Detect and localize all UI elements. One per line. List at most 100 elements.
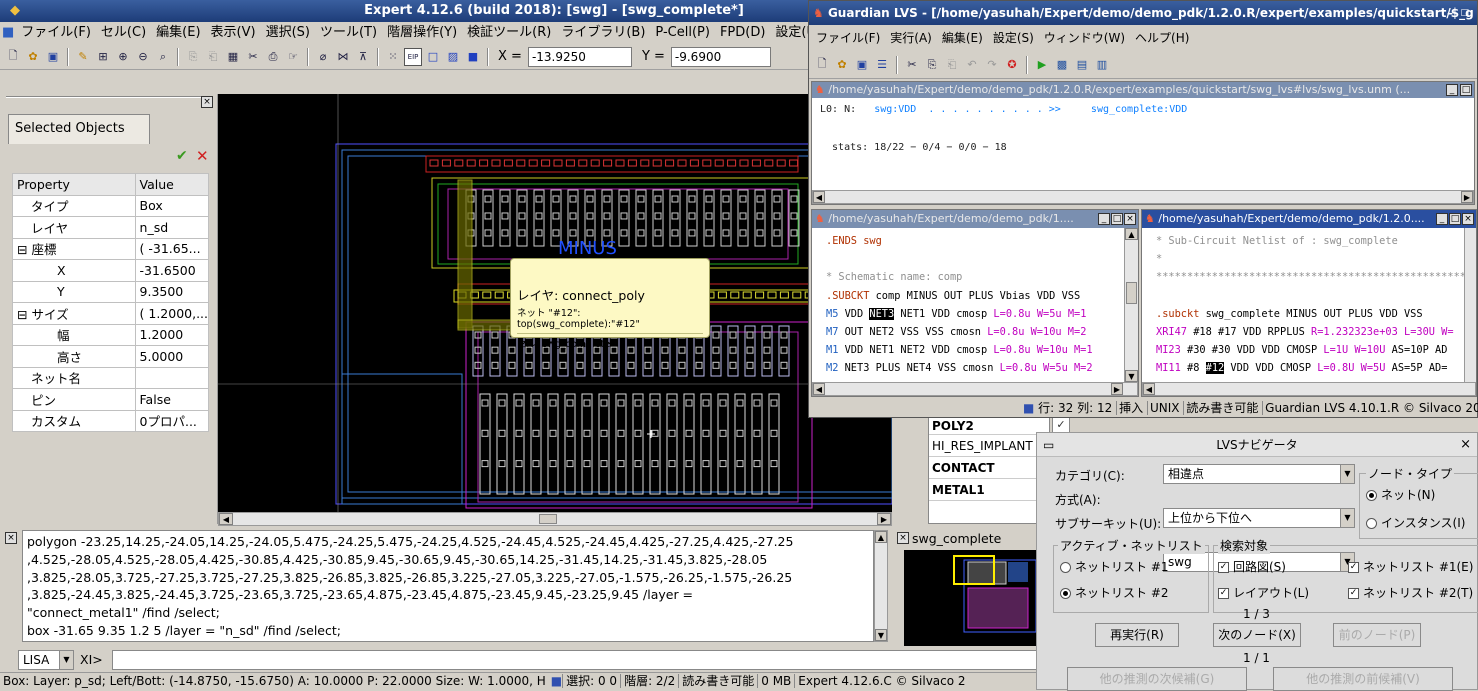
zoom-area-icon[interactable]: ⌕ bbox=[154, 48, 172, 66]
cmd-vscrollbar[interactable]: ▲ ▼ bbox=[874, 530, 888, 642]
property-row[interactable]: ⊟ サイズ( 1.2000,... bbox=[12, 302, 210, 325]
menu-library[interactable]: ライブラリ(B) bbox=[556, 25, 650, 40]
node-instance-radio[interactable]: インスタンス(I) bbox=[1366, 514, 1465, 531]
lvs-menu-help[interactable]: ヘルプ(H) bbox=[1130, 31, 1194, 45]
netlist-line[interactable]: M7 OUT NET2 VSS VSS cmosn L=0.8u W=10u M… bbox=[826, 323, 1124, 341]
lvs-menu-file[interactable]: ファイル(F) bbox=[811, 31, 885, 45]
lvs-menu-edit[interactable]: 編集(E) bbox=[937, 31, 988, 45]
netlist-line[interactable]: .subckt swg_complete MINUS OUT PLUS VDD … bbox=[1156, 305, 1464, 323]
property-value[interactable]: -31.6500 bbox=[134, 259, 210, 282]
print-icon[interactable]: ⎙ bbox=[264, 48, 282, 66]
right-hscrollbar[interactable]: ◀ bbox=[1142, 382, 1476, 396]
panel-close-icon[interactable]: × bbox=[201, 96, 213, 108]
right-minimize-icon[interactable]: _ bbox=[1436, 213, 1448, 225]
zoom-in-icon[interactable]: ⊕ bbox=[114, 48, 132, 66]
property-row[interactable]: レイヤ n_sd bbox=[12, 216, 210, 239]
open-icon[interactable]: ✿ bbox=[24, 48, 42, 66]
fill-icon[interactable]: ■ bbox=[464, 48, 482, 66]
property-row[interactable]: X -31.6500 bbox=[12, 259, 210, 282]
left-hscrollbar[interactable]: ◀ ▶ bbox=[812, 382, 1138, 396]
netlist-line[interactable]: ****************************************… bbox=[1156, 268, 1464, 286]
layer-item[interactable]: POLY2 bbox=[929, 417, 1049, 435]
lvs-minimize-icon[interactable]: – bbox=[1447, 1, 1453, 25]
property-value[interactable]: 5.0000 bbox=[134, 345, 210, 368]
redo-icon[interactable]: ↷ bbox=[983, 56, 1001, 74]
canvas-hscroll-thumb[interactable] bbox=[539, 514, 557, 524]
open-icon[interactable]: ✿ bbox=[833, 56, 851, 74]
unm-line[interactable]: stats: 18/22 − 0/4 − 0/0 − 18 bbox=[820, 138, 1474, 157]
property-row[interactable]: ネット名 bbox=[12, 366, 210, 389]
menu-view[interactable]: 表示(V) bbox=[206, 25, 261, 40]
left-maximize-icon[interactable]: □ bbox=[1111, 213, 1123, 225]
layer-item[interactable]: METAL1 bbox=[929, 479, 1049, 501]
next-guess-button[interactable]: 他の推測の次候補(G) bbox=[1067, 667, 1247, 691]
menu-hierarchy[interactable]: 階層操作(Y) bbox=[382, 25, 462, 40]
search-schematic-checkbox[interactable]: ✓ 回路図(S) bbox=[1218, 558, 1286, 575]
save-all-icon[interactable]: ☰ bbox=[873, 56, 891, 74]
property-row[interactable]: 幅 1.2000 bbox=[12, 323, 210, 346]
unm-maximize-icon[interactable]: □ bbox=[1460, 84, 1472, 96]
navigator-close-icon[interactable]: × bbox=[1460, 433, 1471, 457]
netlist-line[interactable] bbox=[1156, 287, 1464, 305]
property-value[interactable]: False bbox=[134, 388, 210, 411]
compare-icon[interactable]: ▩ bbox=[1053, 56, 1071, 74]
cmd-close-icon[interactable]: × bbox=[5, 532, 17, 544]
property-value[interactable] bbox=[134, 366, 210, 389]
run-icon[interactable]: ▶ bbox=[1033, 56, 1051, 74]
lvs-menu-run[interactable]: 実行(A) bbox=[885, 31, 937, 45]
property-value[interactable]: ( 1.2000,... bbox=[134, 302, 210, 325]
prev-node-button[interactable]: 前のノード(P) bbox=[1333, 623, 1421, 647]
right-maximize-icon[interactable]: □ bbox=[1449, 213, 1461, 225]
property-value[interactable]: 9.3500 bbox=[134, 280, 210, 303]
netlist-line[interactable]: M5 VDD NET3 NET1 VDD cmosp L=0.8u W=5u M… bbox=[826, 305, 1124, 323]
property-value[interactable]: Box bbox=[134, 194, 210, 217]
netlist-line[interactable]: .ENDS swg bbox=[826, 232, 1124, 250]
prev-guess-button[interactable]: 他の推測の前候補(V) bbox=[1273, 667, 1453, 691]
menu-pcell[interactable]: P-Cell(P) bbox=[650, 25, 715, 40]
align-icon[interactable]: ⊼ bbox=[354, 48, 372, 66]
menu-cell[interactable]: セル(C) bbox=[96, 25, 151, 40]
outline-icon[interactable]: □ bbox=[424, 48, 442, 66]
zoom-fit-icon[interactable]: ⊞ bbox=[94, 48, 112, 66]
menu-file[interactable]: ファイル(F) bbox=[16, 25, 96, 40]
grid-icon[interactable]: ▦ bbox=[224, 48, 242, 66]
layer-item[interactable]: HI_RES_IMPLANT bbox=[929, 435, 1049, 457]
left-vscrollbar[interactable]: ▲ ▼ bbox=[1124, 228, 1138, 382]
hand-icon[interactable]: ☞ bbox=[284, 48, 302, 66]
property-row[interactable]: ⊟ 座標( -31.65... bbox=[12, 237, 210, 260]
copy-icon[interactable]: ⎘ bbox=[184, 48, 202, 66]
netlist-line[interactable]: * Schematic name: comp bbox=[826, 268, 1124, 286]
property-value[interactable]: 1.2000 bbox=[134, 323, 210, 346]
cut-icon[interactable]: ✂ bbox=[244, 48, 262, 66]
cut-icon[interactable]: ✂ bbox=[903, 56, 921, 74]
property-value[interactable]: 0プロパ... bbox=[134, 409, 210, 432]
lvs-maximize-icon[interactable]: □ bbox=[1460, 1, 1469, 25]
dots-grid-icon[interactable]: ⁙ bbox=[384, 48, 402, 66]
node-net-radio[interactable]: ネット(N) bbox=[1366, 486, 1435, 503]
property-value[interactable]: ( -31.65... bbox=[134, 237, 210, 260]
minimap-view[interactable] bbox=[904, 550, 1044, 646]
lvs-menu-settings[interactable]: 設定(S) bbox=[988, 31, 1039, 45]
measure-icon[interactable]: ⌀ bbox=[314, 48, 332, 66]
layer-item[interactable]: CONTACT bbox=[929, 457, 1049, 479]
property-row[interactable]: タイプ Box bbox=[12, 194, 210, 217]
next-node-button[interactable]: 次のノード(X) bbox=[1213, 623, 1301, 647]
method-select[interactable]: 上位から下位へ ▼ bbox=[1163, 508, 1355, 528]
menu-verify[interactable]: 検証ツール(R) bbox=[462, 25, 556, 40]
minimap-close-icon[interactable]: × bbox=[897, 532, 909, 544]
netlist-line[interactable]: XRI47 #18 #17 VDD RPPLUS R=1.232323e+03 … bbox=[1156, 323, 1464, 341]
tab-selected-objects[interactable]: Selected Objects bbox=[8, 114, 150, 144]
command-input[interactable] bbox=[112, 650, 1047, 670]
netlist-line[interactable]: * bbox=[1156, 250, 1464, 268]
save-icon[interactable]: ▣ bbox=[44, 48, 62, 66]
menu-select[interactable]: 選択(S) bbox=[261, 25, 315, 40]
eip-button[interactable]: EIP bbox=[404, 47, 422, 66]
search-layout-checkbox[interactable]: ✓ レイアウト(L) bbox=[1218, 584, 1309, 601]
property-row[interactable]: Y 9.3500 bbox=[12, 280, 210, 303]
y-coord-field[interactable]: -9.6900 bbox=[670, 46, 771, 67]
menu-settings[interactable]: 設定(U) bbox=[770, 25, 808, 40]
hatch-icon[interactable]: ▨ bbox=[444, 48, 462, 66]
netlist-line[interactable]: * Sub-Circuit Netlist of : swg_complete bbox=[1156, 232, 1464, 250]
right-vscrollbar[interactable] bbox=[1464, 228, 1476, 382]
menu-fpd[interactable]: FPD(D) bbox=[715, 25, 770, 40]
